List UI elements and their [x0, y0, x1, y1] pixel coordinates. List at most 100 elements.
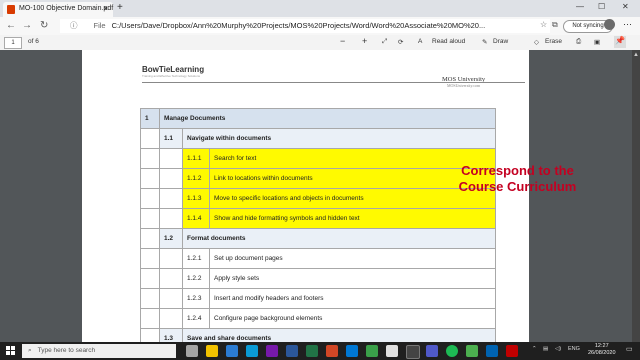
- pdf-toolbar: 1 of 6 − + ⤢ ⟳ A Read aloud ✎ Draw ◇ Era…: [0, 35, 640, 51]
- table-row: 1.2 Format documents: [140, 228, 496, 249]
- file-explorer-icon[interactable]: [206, 345, 218, 357]
- maximize-icon[interactable]: ☐: [598, 2, 605, 11]
- url-text: C:/Users/Dave/Dropbox/Ann%20Murphy%20Pro…: [111, 21, 486, 30]
- subsection-title: Navigate within documents: [182, 128, 496, 149]
- clock-date: 26/08/2020: [588, 350, 616, 356]
- onenote-icon[interactable]: [266, 345, 278, 357]
- objective-title: Show and hide formatting symbols and hid…: [209, 208, 496, 229]
- draw-icon[interactable]: ✎: [482, 38, 487, 46]
- objective-title: Configure page background elements: [209, 308, 496, 329]
- network-icon[interactable]: ▤: [543, 346, 548, 352]
- tray-overflow-icon[interactable]: ⌃: [532, 346, 537, 352]
- objective-number: 1.2.2: [182, 268, 210, 289]
- objective-number: 1.2.1: [182, 248, 210, 269]
- new-tab-button[interactable]: +: [117, 2, 123, 13]
- url-field[interactable]: ⓘ File C:/Users/Dave/Dropbox/Ann%20Murphy%…: [60, 19, 550, 33]
- outlook-icon[interactable]: [226, 345, 238, 357]
- tab-pdf[interactable]: MO-100 Objective Domain.pdf ×: [3, 2, 113, 17]
- fit-page-icon[interactable]: ⤢: [382, 38, 387, 46]
- empty-cell: [140, 128, 160, 149]
- file-info-icon[interactable]: ⓘ: [70, 21, 78, 30]
- profile-avatar[interactable]: [604, 19, 615, 30]
- clock[interactable]: 12:27 26/08/2020: [588, 343, 616, 357]
- app-6-icon[interactable]: [506, 345, 518, 357]
- empty-cell: [159, 268, 183, 289]
- more-menu-icon[interactable]: ⋯: [623, 19, 632, 30]
- draw-button[interactable]: Draw: [493, 38, 508, 45]
- close-window-icon[interactable]: ✕: [622, 2, 629, 11]
- app-4-icon[interactable]: [466, 345, 478, 357]
- zoom-in-button[interactable]: +: [362, 36, 367, 46]
- scroll-up-icon[interactable]: ▲: [633, 52, 639, 58]
- edge-icon[interactable]: [246, 345, 258, 357]
- empty-cell: [140, 168, 160, 189]
- erase-icon[interactable]: ◇: [534, 38, 539, 46]
- windows-start-icon[interactable]: [6, 346, 16, 356]
- zoom-out-button[interactable]: −: [340, 36, 345, 46]
- table-row: 1.2.3 Insert and modify headers and foote…: [140, 288, 496, 309]
- empty-cell: [159, 248, 183, 269]
- table-row: 1.2.1 Set up document pages: [140, 248, 496, 269]
- table-row: 1.3 Save and share documents: [140, 328, 496, 342]
- refresh-icon[interactable]: ↻: [40, 20, 48, 31]
- read-aloud-icon[interactable]: A: [418, 38, 422, 45]
- subsection-number: 1.2: [159, 228, 183, 249]
- pin-toolbar-icon[interactable]: 📌: [614, 36, 626, 48]
- powerpoint-icon[interactable]: [326, 345, 338, 357]
- objective-title: Apply style sets: [209, 268, 496, 289]
- page-count: of 6: [28, 38, 39, 45]
- app-5-icon[interactable]: [486, 345, 498, 357]
- back-icon[interactable]: ←: [6, 20, 16, 31]
- empty-cell: [140, 188, 160, 209]
- pdf-page: BowTieLearning Training and Effective Te…: [82, 50, 529, 342]
- save-icon[interactable]: ▣: [594, 38, 600, 46]
- vertical-scrollbar[interactable]: ▲: [632, 50, 640, 342]
- minimize-icon[interactable]: —: [576, 2, 584, 11]
- empty-cell: [140, 308, 160, 329]
- tab-bar: MO-100 Objective Domain.pdf × + — ☐ ✕: [0, 0, 640, 17]
- language-indicator[interactable]: ENG: [568, 346, 580, 352]
- task-view-icon[interactable]: [186, 345, 198, 357]
- objective-number: 1.1.3: [182, 188, 210, 209]
- empty-cell: [140, 148, 160, 169]
- app-2-icon[interactable]: [386, 345, 398, 357]
- rotate-icon[interactable]: ⟳: [398, 38, 403, 46]
- pdf-viewer[interactable]: BowTieLearning Training and Effective Te…: [0, 50, 640, 342]
- objective-number: 1.1.2: [182, 168, 210, 189]
- camtasia-icon[interactable]: [366, 345, 378, 357]
- table-row: 1.2.2 Apply style sets: [140, 268, 496, 289]
- search-icon: ⌕: [28, 347, 32, 354]
- print-icon[interactable]: ⎙: [576, 38, 581, 46]
- favorite-icon[interactable]: ☆: [540, 20, 547, 29]
- empty-cell: [140, 248, 160, 269]
- close-tab-icon[interactable]: ×: [103, 4, 108, 13]
- teams-icon[interactable]: [426, 345, 438, 357]
- section-title: Manage Documents: [159, 108, 496, 129]
- read-aloud-button[interactable]: Read aloud: [432, 38, 465, 45]
- collections-icon[interactable]: ⧉: [552, 20, 558, 30]
- spotify-icon[interactable]: [446, 345, 458, 357]
- objective-number: 1.2.4: [182, 308, 210, 329]
- table-row: 1.1 Navigate within documents: [140, 128, 496, 149]
- excel-icon[interactable]: [306, 345, 318, 357]
- objective-number: 1.2.3: [182, 288, 210, 309]
- erase-button[interactable]: Erase: [545, 38, 562, 45]
- empty-cell: [140, 288, 160, 309]
- empty-cell: [159, 188, 183, 209]
- app-3-icon[interactable]: [406, 345, 420, 359]
- empty-cell: [140, 268, 160, 289]
- address-label: File: [93, 21, 106, 30]
- header-rule: [142, 82, 525, 83]
- notifications-icon[interactable]: ▭: [626, 345, 633, 353]
- table-row: 1.1.4 Show and hide formatting symbols an…: [140, 208, 496, 229]
- volume-icon[interactable]: ◁): [555, 346, 561, 352]
- table-row: 1 Manage Documents: [140, 108, 496, 129]
- taskbar-search[interactable]: ⌕ Type here to search: [22, 344, 176, 358]
- page-number-input[interactable]: 1: [4, 37, 22, 49]
- forward-icon[interactable]: →: [22, 20, 32, 31]
- word-icon[interactable]: [286, 345, 298, 357]
- tab-title: MO-100 Objective Domain.pdf: [19, 5, 114, 12]
- empty-cell: [159, 148, 183, 169]
- app-icon[interactable]: [346, 345, 358, 357]
- brand-name: BowTieLearning: [142, 65, 205, 74]
